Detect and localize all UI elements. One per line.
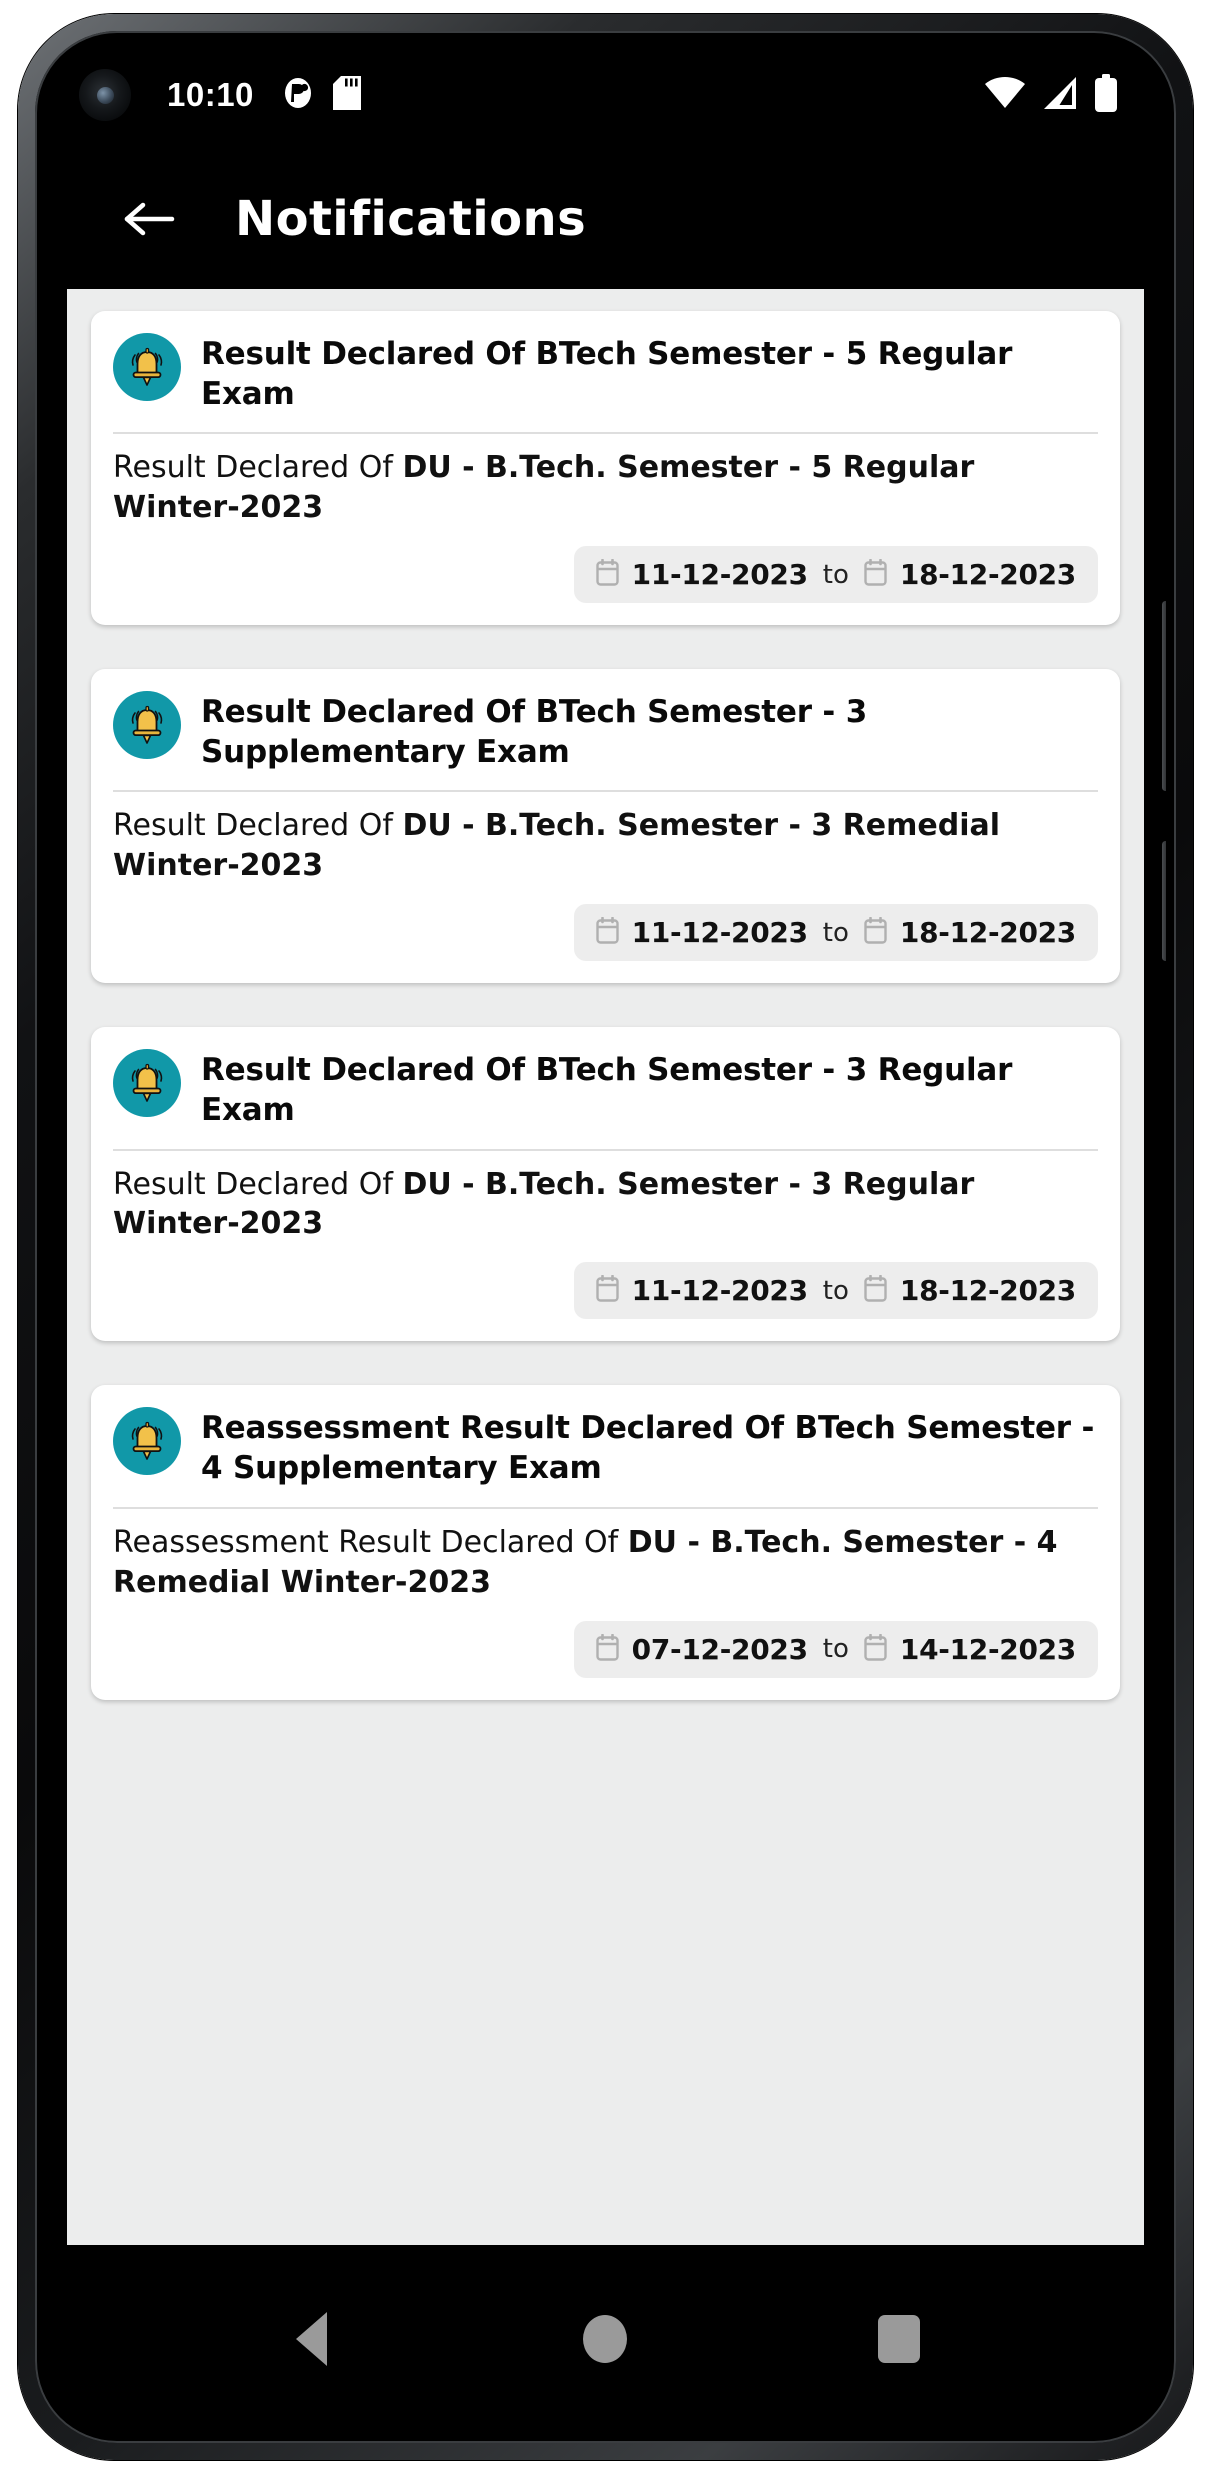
volume-button[interactable] — [1162, 601, 1166, 791]
end-date: 18-12-2023 — [899, 916, 1076, 950]
notification-body-prefix: Reassessment Result Declared Of — [113, 1524, 628, 1560]
phone-screen: 10:10 Notifications Result Declared Of B… — [45, 41, 1166, 2433]
date-range-pill: 11-12-2023 to 18-12-2023 — [573, 546, 1098, 604]
notification-card[interactable]: Result Declared Of BTech Semester - 3 Su… — [91, 669, 1120, 984]
calendar-icon — [864, 916, 887, 948]
status-bar: 10:10 — [45, 41, 1166, 149]
start-date: 07-12-2023 — [631, 1632, 808, 1666]
start-date: 11-12-2023 — [631, 916, 808, 950]
back-triangle-icon — [296, 2312, 328, 2366]
end-date: 14-12-2023 — [899, 1632, 1076, 1666]
notification-card[interactable]: Reassessment Result Declared Of BTech Se… — [91, 1385, 1120, 1700]
nav-back-button[interactable] — [252, 2294, 372, 2384]
status-bar-right-icons — [984, 74, 1118, 116]
bell-icon — [113, 1407, 181, 1476]
notification-card-header: Result Declared Of BTech Semester - 3 Re… — [113, 1047, 1098, 1148]
notification-list: Result Declared Of BTech Semester - 5 Re… — [67, 289, 1144, 1700]
bell-icon — [113, 1049, 181, 1118]
calendar-icon — [595, 916, 619, 948]
start-date: 11-12-2023 — [631, 1274, 808, 1308]
calendar-icon — [595, 558, 619, 590]
notification-card[interactable]: Result Declared Of BTech Semester - 3 Re… — [91, 1027, 1120, 1342]
cellular-signal-icon — [1042, 76, 1078, 114]
notifications-scroll-area[interactable]: Result Declared Of BTech Semester - 5 Re… — [67, 289, 1144, 2279]
notification-body: Result Declared Of DU - B.Tech. Semester… — [113, 448, 1098, 528]
date-separator: to — [822, 1275, 849, 1306]
phone-bezel: 10:10 Notifications Result Declared Of B… — [35, 31, 1176, 2443]
sd-card-icon — [332, 76, 361, 114]
recents-square-icon — [878, 2315, 921, 2363]
notification-body: Result Declared Of DU - B.Tech. Semester… — [113, 1165, 1098, 1245]
date-separator: to — [822, 1634, 849, 1664]
notification-body: Result Declared Of DU - B.Tech. Semester… — [113, 806, 1098, 886]
calendar-icon — [595, 1275, 619, 1306]
notification-card[interactable]: Result Declared Of BTech Semester - 5 Re… — [91, 311, 1120, 626]
notification-title: Result Declared Of BTech Semester - 3 Re… — [201, 1052, 1013, 1128]
divider — [113, 1148, 1098, 1151]
back-arrow-icon[interactable] — [123, 199, 175, 239]
notification-body-prefix: Result Declared Of — [113, 808, 403, 844]
date-range-pill: 11-12-2023 to 18-12-2023 — [573, 1262, 1098, 1320]
calendar-icon — [595, 1633, 619, 1665]
notification-card-header: Result Declared Of BTech Semester - 3 Su… — [113, 689, 1098, 790]
notification-card-header: Reassessment Result Declared Of BTech Se… — [113, 1405, 1098, 1506]
notification-body: Reassessment Result Declared Of DU - B.T… — [113, 1523, 1098, 1603]
phone-frame: 10:10 Notifications Result Declared Of B… — [18, 14, 1193, 2460]
calendar-icon — [864, 1633, 887, 1665]
divider — [113, 790, 1098, 793]
notification-body-prefix: Result Declared Of — [113, 1166, 403, 1202]
bell-icon — [113, 691, 181, 760]
divider — [113, 432, 1098, 435]
front-camera-punch-hole — [79, 69, 131, 121]
calendar-icon — [864, 558, 887, 590]
nav-recents-button[interactable] — [839, 2294, 959, 2384]
nav-home-button[interactable] — [545, 2294, 665, 2384]
end-date: 18-12-2023 — [899, 558, 1076, 592]
end-date: 18-12-2023 — [899, 1274, 1076, 1308]
bell-icon — [113, 333, 181, 401]
battery-icon — [1094, 74, 1118, 116]
date-range-pill: 07-12-2023 to 14-12-2023 — [573, 1620, 1098, 1678]
notification-title: Result Declared Of BTech Semester - 5 Re… — [201, 336, 1013, 412]
date-separator: to — [822, 917, 849, 948]
notification-title: Reassessment Result Declared Of BTech Se… — [201, 1410, 1095, 1487]
status-bar-left-icons — [282, 76, 361, 114]
wifi-icon — [984, 76, 1026, 114]
calendar-icon — [864, 1275, 887, 1306]
notification-card-header: Result Declared Of BTech Semester - 5 Re… — [113, 331, 1098, 432]
dnd-icon — [282, 77, 314, 113]
app-bar: Notifications — [45, 149, 1166, 289]
date-range-pill: 11-12-2023 to 18-12-2023 — [573, 904, 1098, 962]
divider — [113, 1506, 1098, 1509]
date-separator: to — [822, 559, 849, 590]
notification-title: Result Declared Of BTech Semester - 3 Su… — [201, 694, 868, 770]
status-bar-clock: 10:10 — [167, 76, 254, 113]
start-date: 11-12-2023 — [631, 558, 808, 592]
power-button[interactable] — [1162, 841, 1166, 961]
notification-body-prefix: Result Declared Of — [113, 450, 403, 486]
page-title: Notifications — [235, 191, 587, 247]
android-navigation-bar — [45, 2245, 1166, 2433]
home-circle-icon — [583, 2315, 628, 2363]
